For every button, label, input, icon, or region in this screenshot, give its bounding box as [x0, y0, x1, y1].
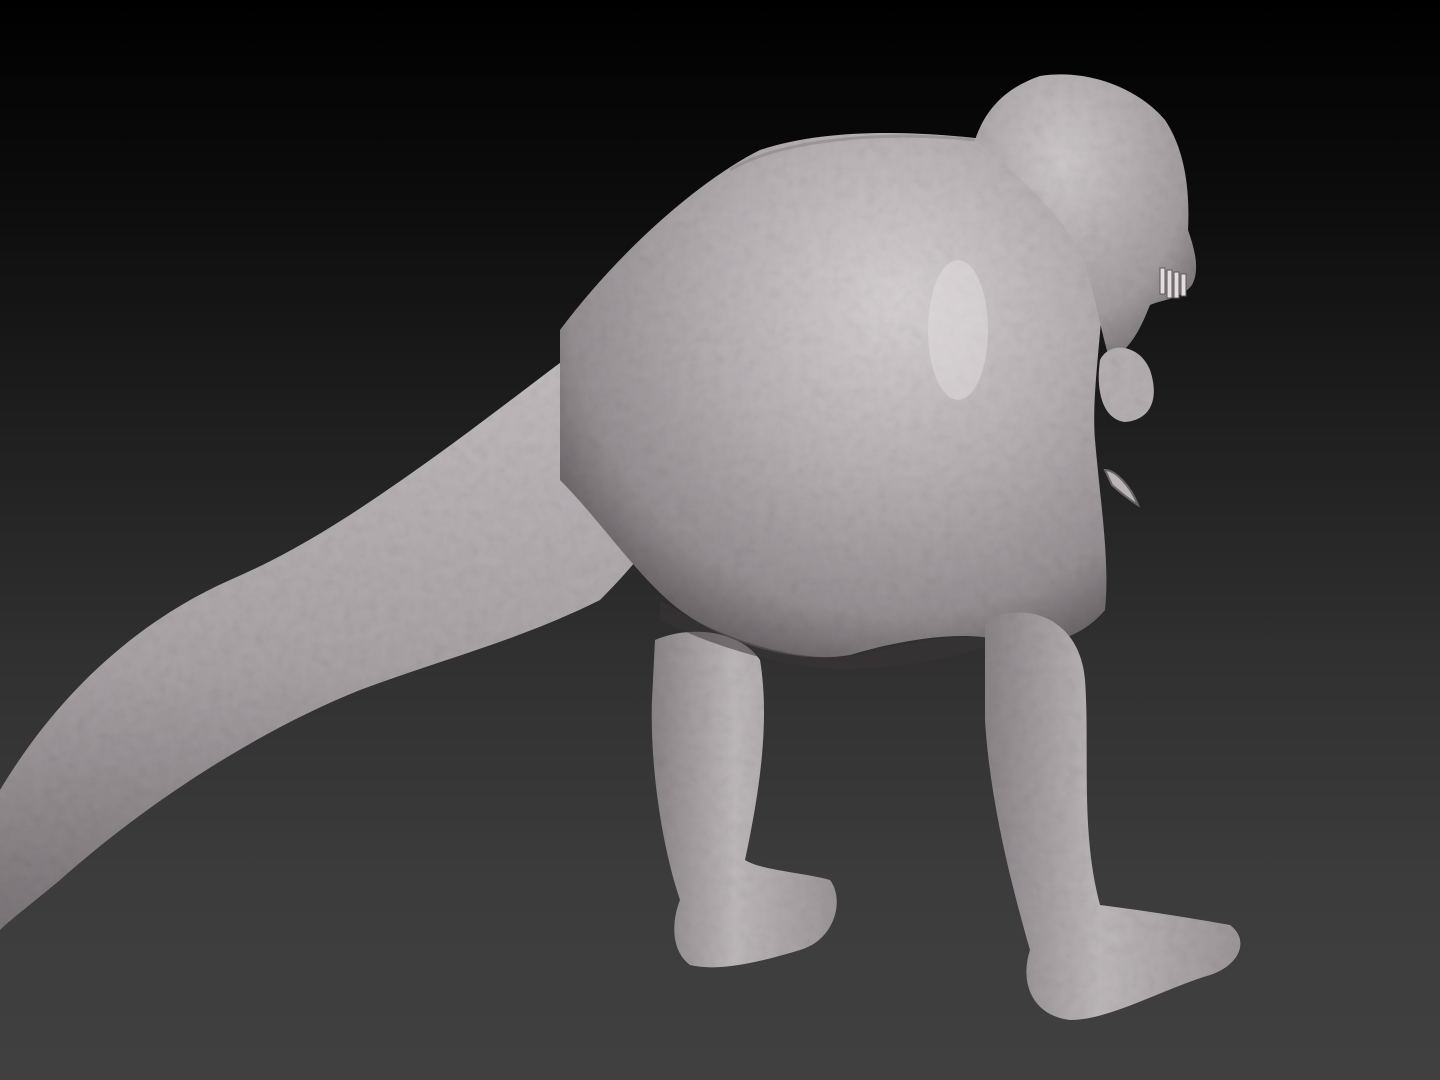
- far-leg: [651, 631, 837, 968]
- shoulder-highlight: [928, 260, 988, 400]
- arm: [1103, 468, 1141, 508]
- torso: [560, 133, 1107, 658]
- throat: [1098, 347, 1154, 422]
- sculpt-render: [0, 74, 1241, 1020]
- 3d-viewport[interactable]: [0, 0, 1440, 1080]
- near-leg: [985, 612, 1241, 1020]
